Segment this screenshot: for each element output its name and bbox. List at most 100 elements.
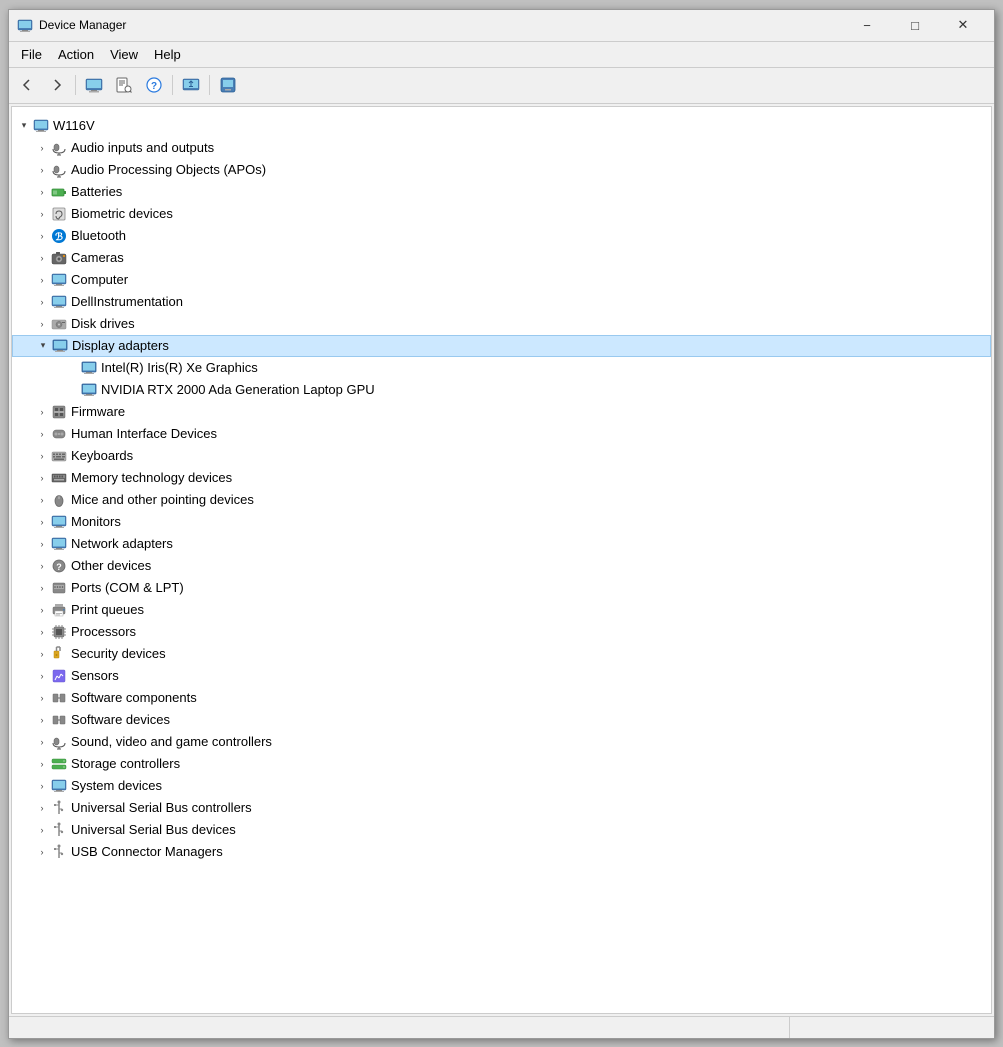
svg-text:?: ? bbox=[151, 81, 157, 92]
tree-item-other[interactable]: › ? Other devices bbox=[12, 555, 991, 577]
tree-item-usb-connectors[interactable]: › USB Connector Managers bbox=[12, 841, 991, 863]
monitors-expander[interactable]: › bbox=[34, 514, 50, 530]
bluetooth-expander[interactable]: › bbox=[34, 228, 50, 244]
minimize-button[interactable]: − bbox=[844, 10, 890, 40]
update-driver-button[interactable] bbox=[177, 72, 205, 98]
software-components-expander[interactable]: › bbox=[34, 690, 50, 706]
security-icon bbox=[50, 645, 68, 663]
menu-view[interactable]: View bbox=[102, 44, 146, 65]
usb-devices-expander[interactable]: › bbox=[34, 822, 50, 838]
tree-item-usb-devices[interactable]: › Universal Serial Bus devices bbox=[12, 819, 991, 841]
tree-item-apo[interactable]: › Audio Processing Objects (APOs) bbox=[12, 159, 991, 181]
device-tree[interactable]: ▾ W116V › bbox=[11, 106, 992, 1014]
menu-action[interactable]: Action bbox=[50, 44, 102, 65]
tree-item-biometric[interactable]: › Biometric devices bbox=[12, 203, 991, 225]
tree-item-network[interactable]: › Network adapters bbox=[12, 533, 991, 555]
forward-button[interactable] bbox=[43, 72, 71, 98]
tree-item-processors[interactable]: › bbox=[12, 621, 991, 643]
back-button[interactable] bbox=[13, 72, 41, 98]
tree-item-ports[interactable]: › Ports (COM & LPT) bbox=[12, 577, 991, 599]
hid-expander[interactable]: › bbox=[34, 426, 50, 442]
biometric-icon bbox=[50, 205, 68, 223]
tree-item-print[interactable]: › Print queues bbox=[12, 599, 991, 621]
bluetooth-icon: ℬ bbox=[50, 227, 68, 245]
tree-item-monitors[interactable]: › Monitors bbox=[12, 511, 991, 533]
tree-item-batteries[interactable]: › Batteries bbox=[12, 181, 991, 203]
tree-item-disk[interactable]: › Disk drives bbox=[12, 313, 991, 335]
ports-expander[interactable]: › bbox=[34, 580, 50, 596]
batteries-expander[interactable]: › bbox=[34, 184, 50, 200]
mice-expander[interactable]: › bbox=[34, 492, 50, 508]
sensors-expander[interactable]: › bbox=[34, 668, 50, 684]
software-components-icon bbox=[50, 689, 68, 707]
tree-item-security[interactable]: › Security devices bbox=[12, 643, 991, 665]
tree-item-intel-gpu[interactable]: › Intel(R) Iris(R) Xe Graphics bbox=[12, 357, 991, 379]
tree-item-root[interactable]: ▾ W116V bbox=[12, 115, 991, 137]
tree-item-software-devices[interactable]: › Software devices bbox=[12, 709, 991, 731]
computer-icon bbox=[32, 117, 50, 135]
software-devices-expander[interactable]: › bbox=[34, 712, 50, 728]
computer-label: Computer bbox=[71, 272, 128, 287]
tree-item-cameras[interactable]: › Cameras bbox=[12, 247, 991, 269]
tree-item-memory[interactable]: › Memory technology devices bbox=[12, 467, 991, 489]
tree-item-firmware[interactable]: › Firmware bbox=[12, 401, 991, 423]
biometric-expander[interactable]: › bbox=[34, 206, 50, 222]
system-expander[interactable]: › bbox=[34, 778, 50, 794]
help-button[interactable]: ? bbox=[140, 72, 168, 98]
memory-label: Memory technology devices bbox=[71, 470, 232, 485]
mice-label: Mice and other pointing devices bbox=[71, 492, 254, 507]
usb-controllers-expander[interactable]: › bbox=[34, 800, 50, 816]
tree-item-storage[interactable]: › Storage controllers bbox=[12, 753, 991, 775]
other-expander[interactable]: › bbox=[34, 558, 50, 574]
tree-item-sensors[interactable]: › Sensors bbox=[12, 665, 991, 687]
properties-button[interactable] bbox=[110, 72, 138, 98]
root-expander[interactable]: ▾ bbox=[16, 118, 32, 134]
apo-expander[interactable]: › bbox=[34, 162, 50, 178]
print-expander[interactable]: › bbox=[34, 602, 50, 618]
disk-icon bbox=[50, 315, 68, 333]
close-button[interactable]: ✕ bbox=[940, 10, 986, 40]
tree-item-bluetooth[interactable]: › ℬ Bluetooth bbox=[12, 225, 991, 247]
tree-item-mice[interactable]: › Mice and other pointing devices bbox=[12, 489, 991, 511]
maximize-button[interactable]: □ bbox=[892, 10, 938, 40]
biometric-label: Biometric devices bbox=[71, 206, 173, 221]
storage-expander[interactable]: › bbox=[34, 756, 50, 772]
tree-item-computer[interactable]: › Computer bbox=[12, 269, 991, 291]
tree-item-dell[interactable]: › DellInstrumentation bbox=[12, 291, 991, 313]
tree-item-hid[interactable]: › Human Interface Devices bbox=[12, 423, 991, 445]
tree-item-audio-inputs[interactable]: › Audio inputs and outputs bbox=[12, 137, 991, 159]
usb-connectors-expander[interactable]: › bbox=[34, 844, 50, 860]
security-expander[interactable]: › bbox=[34, 646, 50, 662]
apo-icon bbox=[50, 161, 68, 179]
tree-item-system[interactable]: › System devices bbox=[12, 775, 991, 797]
tree-item-usb-controllers[interactable]: › Universal Serial Bus controllers bbox=[12, 797, 991, 819]
menu-file[interactable]: File bbox=[13, 44, 50, 65]
dell-expander[interactable]: › bbox=[34, 294, 50, 310]
tree-item-sound[interactable]: › Sound, video and game controllers bbox=[12, 731, 991, 753]
monitors-icon bbox=[50, 513, 68, 531]
computer-expander[interactable]: › bbox=[34, 272, 50, 288]
firmware-expander[interactable]: › bbox=[34, 404, 50, 420]
memory-expander[interactable]: › bbox=[34, 470, 50, 486]
storage-label: Storage controllers bbox=[71, 756, 180, 771]
network-icon bbox=[50, 535, 68, 553]
window-title: Device Manager bbox=[39, 18, 844, 32]
network-expander[interactable]: › bbox=[34, 536, 50, 552]
disk-expander[interactable]: › bbox=[34, 316, 50, 332]
disk-label: Disk drives bbox=[71, 316, 135, 331]
cameras-expander[interactable]: › bbox=[34, 250, 50, 266]
tree-item-display-adapters[interactable]: ▾ Display adapters bbox=[12, 335, 991, 357]
tree-item-nvidia-gpu[interactable]: › NVIDIA RTX 2000 Ada Generation Laptop … bbox=[12, 379, 991, 401]
sound-expander[interactable]: › bbox=[34, 734, 50, 750]
menu-help[interactable]: Help bbox=[146, 44, 189, 65]
scan-hardware-button[interactable] bbox=[214, 72, 242, 98]
scope-button[interactable] bbox=[80, 72, 108, 98]
audio-inputs-expander[interactable]: › bbox=[34, 140, 50, 156]
tree-item-keyboards[interactable]: › Keyboards bbox=[12, 445, 991, 467]
processors-expander[interactable]: › bbox=[34, 624, 50, 640]
keyboards-expander[interactable]: › bbox=[34, 448, 50, 464]
display-adapters-expander[interactable]: ▾ bbox=[35, 338, 51, 354]
apo-label: Audio Processing Objects (APOs) bbox=[71, 162, 266, 177]
software-devices-label: Software devices bbox=[71, 712, 170, 727]
tree-item-software-components[interactable]: › Software components bbox=[12, 687, 991, 709]
